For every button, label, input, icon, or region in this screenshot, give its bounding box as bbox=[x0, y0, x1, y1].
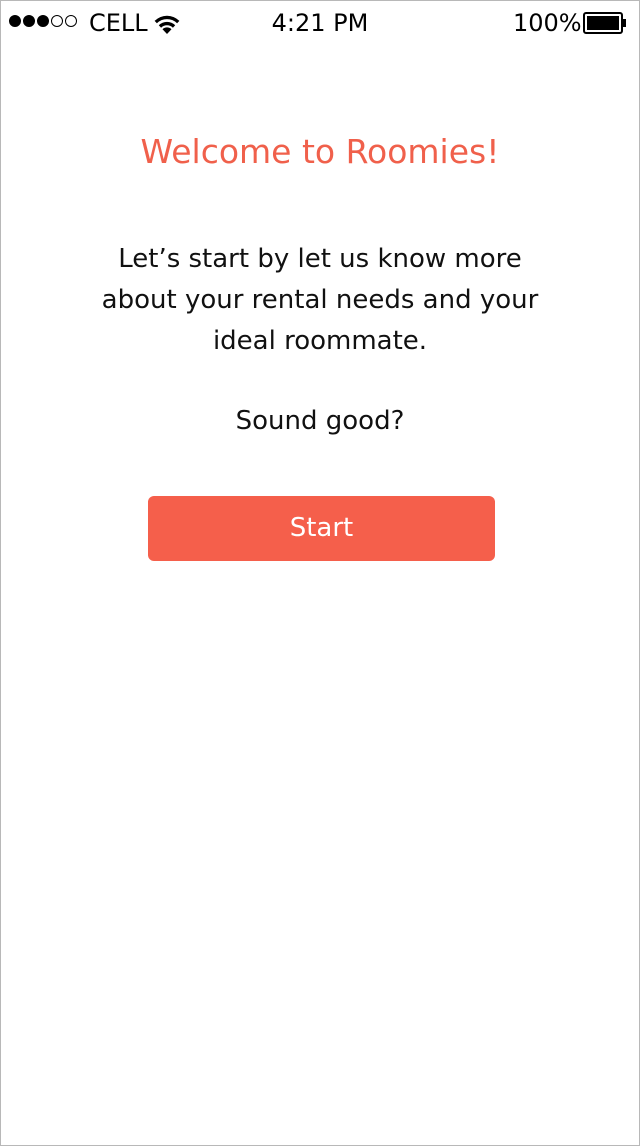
status-bar: CELL 4:21 PM 100% bbox=[1, 1, 639, 45]
welcome-message: Let’s start by let us know more about yo… bbox=[101, 244, 539, 356]
welcome-title: Welcome to Roomies! bbox=[140, 132, 500, 171]
start-button[interactable]: Start bbox=[148, 496, 495, 561]
battery-percentage: 100% bbox=[513, 9, 582, 37]
app-screen: CELL 4:21 PM 100% Welcome to Roomies! Le… bbox=[0, 0, 640, 1146]
confirmation-question: Sound good? bbox=[235, 406, 405, 436]
battery-icon bbox=[583, 12, 626, 34]
